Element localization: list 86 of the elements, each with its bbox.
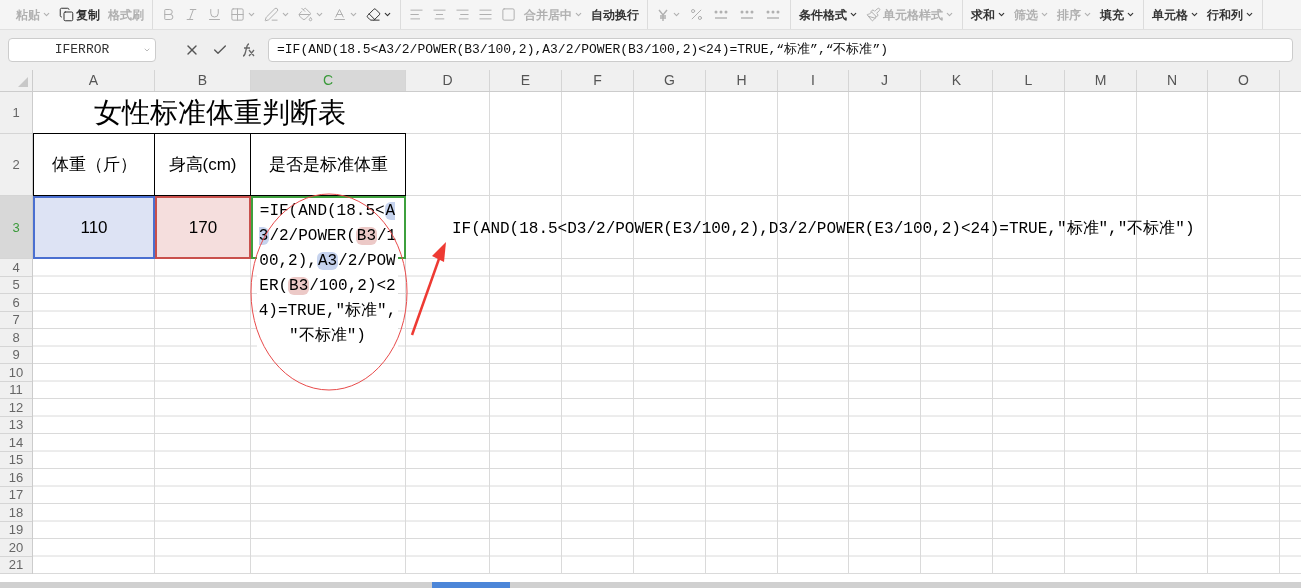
percent-icon xyxy=(689,7,704,22)
align-left-icon xyxy=(409,7,424,22)
italic-icon xyxy=(184,7,199,22)
column-header[interactable]: M xyxy=(1065,70,1137,91)
paint-bucket-icon xyxy=(298,7,313,22)
caret-icon xyxy=(672,10,681,19)
caret-icon xyxy=(315,10,324,19)
align-center-icon xyxy=(432,7,447,22)
header-cell: 体重（斤） xyxy=(33,134,155,196)
caret-icon xyxy=(1126,10,1135,19)
title-cell: 女性标准体重判断表 xyxy=(33,92,406,134)
copy-icon xyxy=(59,7,74,22)
formula-field[interactable]: =IF(AND(18.5<A3/2/POWER(B3/100,2),A3/2/POWER(B3/100,2)<24)=TRUE,“标准”,“不标准”) xyxy=(268,38,1293,62)
row-header[interactable]: 14 xyxy=(0,434,32,452)
row-header[interactable]: 6 xyxy=(0,294,32,312)
eraser-icon xyxy=(366,7,381,22)
caret-icon xyxy=(42,10,51,19)
caret-icon xyxy=(1245,10,1254,19)
row-header[interactable]: 7 xyxy=(0,311,32,329)
yen-icon xyxy=(656,7,670,22)
row-header[interactable]: 21 xyxy=(0,556,32,574)
toolbar-button[interactable]: 自动换行 xyxy=(591,5,639,24)
caret-icon xyxy=(849,10,858,19)
column-header[interactable]: K xyxy=(921,70,993,91)
formula-note: IF(AND(18.5<D3/2/POWER(E3/100,2),D3/2/POWER(E3/100,2)<24)=TRUE,″标准″,″不标准″) xyxy=(452,219,1195,240)
caret-icon xyxy=(1083,10,1092,19)
caret-icon xyxy=(1040,10,1049,19)
header-cell: 是否是标准体重 xyxy=(250,134,406,196)
column-header[interactable]: O xyxy=(1208,70,1280,91)
align-right-icon xyxy=(455,7,470,22)
column-header[interactable]: G xyxy=(634,70,706,91)
square-icon xyxy=(501,7,516,22)
toolbar-button[interactable]: 单元格 xyxy=(1152,5,1199,24)
row-header[interactable]: 12 xyxy=(0,399,32,417)
table-cell[interactable]: 170 xyxy=(155,196,251,259)
row-header[interactable]: 4 xyxy=(0,259,32,277)
row-header[interactable]: 9 xyxy=(0,346,32,364)
toolbar-button[interactable]: 条件格式 xyxy=(799,5,858,24)
paintbrush-icon xyxy=(866,7,881,22)
select-all-icon[interactable] xyxy=(18,77,28,87)
caret-icon xyxy=(997,10,1006,19)
column-header[interactable]: H xyxy=(706,70,778,91)
column-header[interactable]: E xyxy=(490,70,562,91)
column-header[interactable]: F xyxy=(562,70,634,91)
caret-icon xyxy=(383,10,392,19)
caret-icon xyxy=(143,46,151,54)
row-header[interactable]: 13 xyxy=(0,416,32,434)
border-grid-icon xyxy=(230,7,245,22)
pen-icon xyxy=(264,7,279,22)
justify-icon xyxy=(478,7,493,22)
row-header[interactable]: 15 xyxy=(0,451,32,469)
toolbar-button[interactable]: 行和列 xyxy=(1207,5,1254,24)
toolbar-button[interactable]: 复制 xyxy=(59,5,100,24)
toolbar-button[interactable] xyxy=(366,7,392,22)
font-color-icon xyxy=(332,7,347,22)
formula-cell-text: =IF(AND(18.5<A3/2/POWER(B3/100,2),A3/2/POWER(B3/100,2)<24)=TRUE,″标准″,″不标准″) xyxy=(257,199,398,349)
caret-icon xyxy=(247,10,256,19)
row-header[interactable]: 19 xyxy=(0,521,32,539)
table-cell[interactable]: 110 xyxy=(33,196,155,259)
underline-icon xyxy=(207,7,222,22)
row-header[interactable]: 17 xyxy=(0,486,32,504)
scroll-thumb[interactable] xyxy=(432,582,510,588)
row-header[interactable]: 5 xyxy=(0,276,32,294)
row-header[interactable]: 11 xyxy=(0,381,32,399)
column-header[interactable]: L xyxy=(993,70,1065,91)
caret-icon xyxy=(1190,10,1199,19)
column-header[interactable]: J xyxy=(849,70,921,91)
column-header[interactable]: I xyxy=(778,70,849,91)
caret-icon xyxy=(281,10,290,19)
row-header[interactable]: 20 xyxy=(0,539,32,557)
column-header[interactable]: A xyxy=(33,70,155,91)
row-header[interactable]: 8 xyxy=(0,329,32,347)
row-header[interactable]: 18 xyxy=(0,504,32,522)
toolbar-button[interactable]: 求和 xyxy=(971,5,1006,24)
row-header[interactable]: 10 xyxy=(0,364,32,382)
bold-icon xyxy=(161,7,176,22)
caret-icon xyxy=(945,10,954,19)
name-box[interactable]: IFERROR xyxy=(8,38,156,62)
toolbar-button[interactable]: 填充 xyxy=(1100,5,1135,24)
caret-icon xyxy=(349,10,358,19)
row-header[interactable]: 16 xyxy=(0,469,32,487)
function-icon[interactable] xyxy=(240,42,256,58)
caret-icon xyxy=(574,10,583,19)
column-header[interactable]: D xyxy=(406,70,490,91)
column-header[interactable]: N xyxy=(1137,70,1208,91)
row-header[interactable]: 1 xyxy=(0,92,32,134)
